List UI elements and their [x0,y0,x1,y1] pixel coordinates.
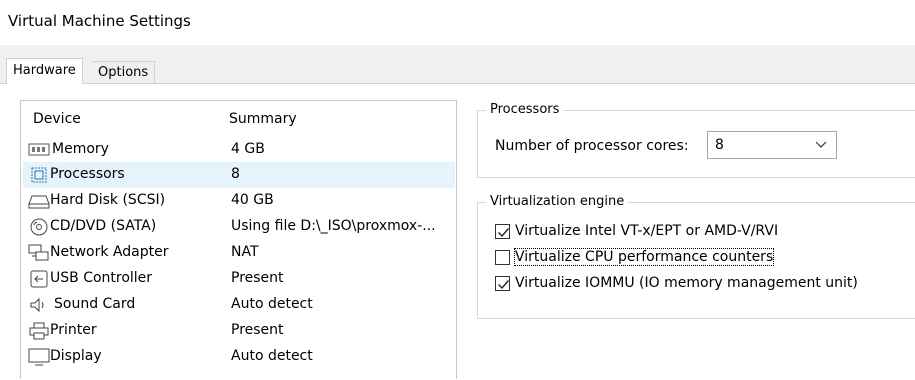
processor-cores-label: Number of processor cores: [495,138,689,154]
device-row-memory[interactable]: Memory 4 GB [23,137,455,163]
device-name: Sound Card [54,296,136,312]
device-row-sound-card[interactable]: Sound Card Auto detect [23,292,455,318]
device-row-usb-controller[interactable]: USB Controller Present [23,266,455,292]
usb-controller-icon [28,269,50,289]
device-list[interactable]: Device Summary Memory 4 GB Processors 8 … [20,100,457,379]
printer-icon [28,321,50,341]
device-summary: 8 [231,166,240,182]
device-row-cd-dvd[interactable]: CD/DVD (SATA) Using file D:\_ISO\proxmox… [23,214,455,240]
cd-dvd-icon [28,217,50,237]
virtualize-cpu-counters-label[interactable]: Virtualize CPU performance counters [513,248,775,266]
device-name: Memory [52,141,109,157]
virtualization-engine-group: Virtualization engine Virtualize Intel V… [477,194,915,319]
virtualization-group-legend: Virtualization engine [486,194,629,209]
device-summary: 40 GB [231,192,274,208]
processor-cores-value: 8 [715,137,724,153]
virtualize-iommu-label[interactable]: Virtualize IOMMU (IO memory management u… [515,275,858,291]
processor-icon [28,165,50,185]
device-summary: Using file D:\_ISO\proxmox-... [231,218,436,234]
hard-disk-icon [28,191,50,211]
processors-group: Processors Number of processor cores: 8 [477,102,915,178]
device-name: Printer [50,322,97,338]
tab-hardware[interactable]: Hardware [6,58,83,84]
device-name: USB Controller [50,270,153,286]
column-header-summary: Summary [229,111,297,127]
device-summary: NAT [231,244,259,260]
window-title: Virtual Machine Settings [8,12,191,30]
device-row-printer[interactable]: Printer Present [23,318,455,344]
device-row-hard-disk[interactable]: Hard Disk (SCSI) 40 GB [23,188,455,214]
virtualize-vtx-checkbox[interactable] [495,224,510,239]
processors-group-legend: Processors [486,102,564,117]
virtualize-iommu-checkbox[interactable] [495,276,510,291]
tab-options[interactable]: Options [92,61,156,84]
device-name: Processors [50,166,125,182]
device-summary: 4 GB [231,141,265,157]
processor-cores-select[interactable]: 8 [707,131,837,159]
device-summary: Auto detect [231,296,313,312]
chevron-down-icon [815,138,827,150]
device-name: Network Adapter [50,244,169,260]
device-name: CD/DVD (SATA) [50,218,157,234]
network-adapter-icon [28,243,50,263]
column-header-device: Device [33,111,81,127]
device-row-network-adapter[interactable]: Network Adapter NAT [23,240,455,266]
device-name: Display [50,348,102,364]
memory-icon [28,140,50,160]
device-summary: Auto detect [231,348,313,364]
sound-card-icon [28,295,50,315]
device-row-display[interactable]: Display Auto detect [23,344,455,370]
virtualize-vtx-label[interactable]: Virtualize Intel VT-x/EPT or AMD-V/RVI [515,223,778,239]
device-name: Hard Disk (SCSI) [50,192,166,208]
device-summary: Present [231,322,284,338]
device-summary: Present [231,270,284,286]
virtualize-cpu-counters-checkbox[interactable] [495,250,510,265]
display-icon [28,347,50,367]
device-row-processors[interactable]: Processors 8 [23,162,455,188]
